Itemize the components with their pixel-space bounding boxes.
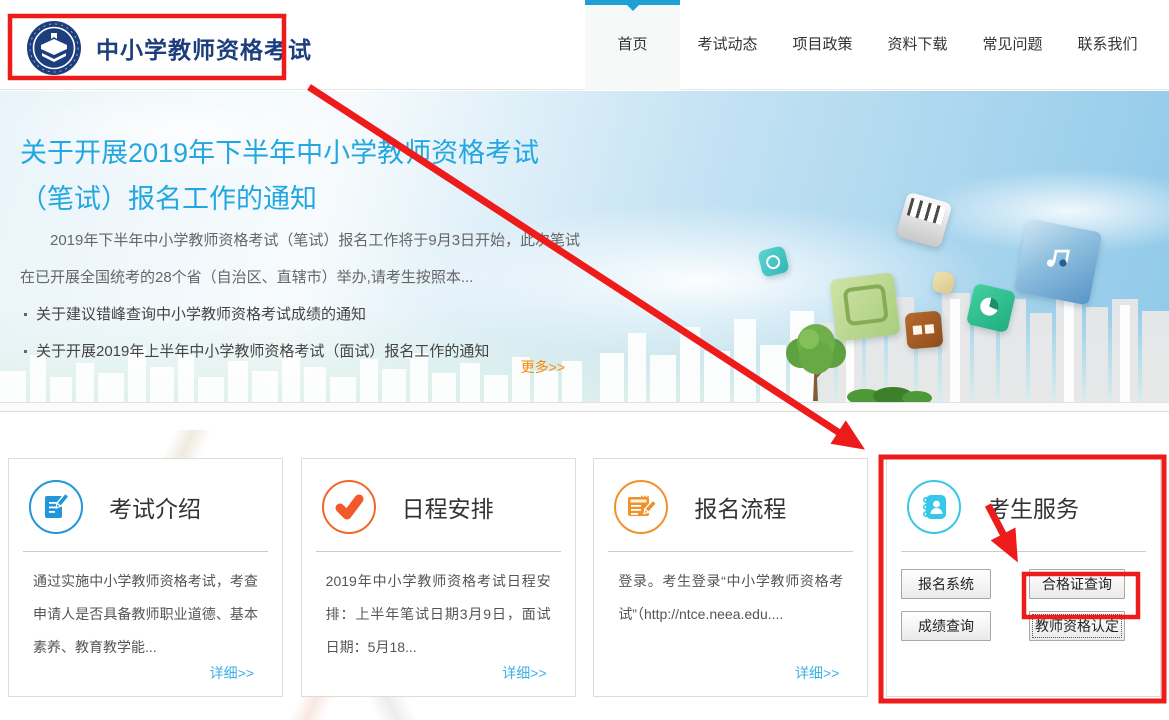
card-title: 考生服务 <box>986 496 1079 522</box>
nav-item-contact[interactable]: 联系我们 <box>1060 0 1155 90</box>
banner-ground <box>0 402 1169 411</box>
site-logo[interactable]: 中小学教师资格考试 <box>26 20 312 76</box>
search-cube-icon <box>757 245 790 278</box>
nav-item-label: 资料下载 <box>887 36 948 53</box>
active-tab-indicator <box>585 0 680 11</box>
news-link[interactable]: 关于建议错峰查询中小学教师资格考试成绩的通知 <box>22 296 582 333</box>
browser-pencil-icon <box>614 480 669 534</box>
main-nav: 首页 考试动态 项目政策 资料下载 常见问题 联系我们 <box>585 0 1155 90</box>
divider <box>900 551 1146 552</box>
divider <box>608 551 854 552</box>
site-header: 中小学教师资格考试 首页 考试动态 项目政策 资料下载 常见问题 联系我们 <box>0 0 1169 90</box>
card-title: 报名流程 <box>694 496 787 522</box>
teacher-qualification-button[interactable]: 教师资格认定 <box>1028 611 1125 641</box>
book-emblem-icon <box>26 20 82 76</box>
nav-item-downloads[interactable]: 资料下载 <box>870 0 965 90</box>
nav-item-faq[interactable]: 常见问题 <box>965 0 1060 90</box>
small-cube-icon <box>931 270 956 295</box>
service-buttons: 报名系统 合格证查询 成绩查询 教师资格认定 <box>900 569 1160 641</box>
bushes-illustration <box>847 387 932 403</box>
certificate-query-button[interactable]: 合格证查询 <box>1028 569 1125 599</box>
divider <box>315 551 561 552</box>
card-title: 日程安排 <box>401 496 494 522</box>
nav-item-policies[interactable]: 项目政策 <box>775 0 870 90</box>
card-registration-process: 报名流程 登录。考生登录“中小学教师资格考试”（http://ntce.neea… <box>593 458 869 697</box>
card-header: 考生服务 <box>887 459 1160 551</box>
nav-item-label: 常见问题 <box>982 36 1043 53</box>
card-text: 2019年中小学教师资格考试日程安排：上半年笔试日期3月9日，面试日期：5月18… <box>325 573 551 655</box>
featured-notice-summary: 2019年下半年中小学教师资格考试（笔试）报名工作将于9月3日开始，此次笔试在已… <box>20 232 581 286</box>
card-candidate-services: 考生服务 报名系统 合格证查询 成绩查询 教师资格认定 <box>885 458 1161 697</box>
card-title: 考试介绍 <box>109 496 201 522</box>
nav-item-exam-news[interactable]: 考试动态 <box>680 0 775 90</box>
featured-notice-title[interactable]: 关于开展2019年下半年中小学教师资格考试（笔试）报名工作的通知 <box>20 130 592 222</box>
score-query-button[interactable]: 成绩查询 <box>900 611 991 641</box>
contact-book-icon <box>906 480 961 534</box>
registration-system-button[interactable]: 报名系统 <box>900 569 991 599</box>
document-pen-icon <box>29 480 83 534</box>
card-text: 登录。考生登录“中小学教师资格考试”（http://ntce.neea.edu.… <box>618 573 844 622</box>
card-exam-introduction: 考试介绍 通过实施中小学教师资格考试，考查申请人是否具备教师职业道德、基本素养、… <box>8 458 283 697</box>
info-cards-row: 考试介绍 通过实施中小学教师资格考试，考查申请人是否具备教师职业道德、基本素养、… <box>8 458 1161 697</box>
logo-title: 中小学教师资格考试 <box>96 37 312 63</box>
detail-link[interactable]: 详细>> <box>795 663 839 683</box>
card-header: 日程安排 <box>302 459 575 551</box>
nav-item-label: 考试动态 <box>697 36 758 53</box>
card-text: 通过实施中小学教师资格考试，考查申请人是否具备教师职业道德、基本素养、教育教学能… <box>33 573 258 655</box>
piano-cube-icon <box>895 191 953 249</box>
blocks-cube-icon <box>904 310 944 350</box>
card-header: 考试介绍 <box>9 459 282 551</box>
nav-item-label: 首页 <box>617 36 648 53</box>
nav-item-home[interactable]: 首页 <box>585 0 680 90</box>
hero-banner: 关于开展2019年下半年中小学教师资格考试（笔试）报名工作的通知 2019年下半… <box>0 91 1169 412</box>
checkmark-icon <box>321 480 376 534</box>
card-header: 报名流程 <box>594 459 867 551</box>
card-schedule: 日程安排 2019年中小学教师资格考试日程安排：上半年笔试日期3月9日，面试日期… <box>300 458 576 697</box>
speech-bubble-cube-icon <box>829 272 901 342</box>
nav-item-label: 项目政策 <box>792 36 853 53</box>
more-link[interactable]: 更多>> <box>20 357 565 377</box>
detail-link[interactable]: 详细>> <box>210 663 254 683</box>
music-note-cube-icon <box>1013 218 1103 306</box>
detail-link[interactable]: 详细>> <box>502 663 546 683</box>
nav-item-label: 联系我们 <box>1077 36 1138 53</box>
divider <box>23 551 268 552</box>
